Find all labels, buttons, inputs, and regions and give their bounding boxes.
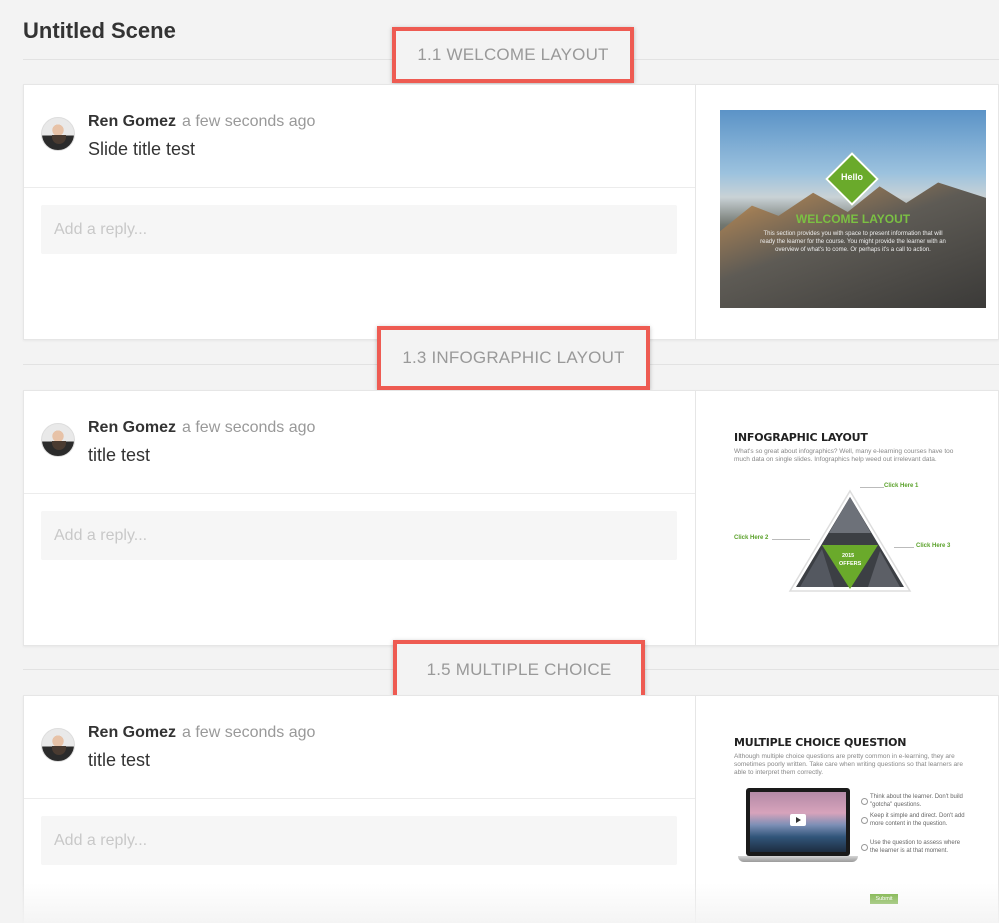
thumbnail-title: MULTIPLE CHOICE QUESTION xyxy=(734,736,907,749)
slide-thumbnail-panel: INFOGRAPHIC LAYOUT What's so great about… xyxy=(695,391,998,645)
connector-line xyxy=(860,487,884,488)
avatar xyxy=(41,728,75,762)
comment-card: Ren Gomez a few seconds ago title test IN… xyxy=(23,390,999,646)
comment: Ren Gomez a few seconds ago title test xyxy=(41,419,678,491)
avatar xyxy=(41,423,75,457)
comment-panel: Ren Gomez a few seconds ago title test xyxy=(24,391,695,645)
pyramid-svg xyxy=(788,489,912,592)
separator xyxy=(24,798,695,799)
choice-option-2[interactable]: Keep it simple and direct. Don't add mor… xyxy=(861,813,970,828)
comment-text: title test xyxy=(88,445,151,465)
laptop-base xyxy=(738,856,858,862)
connector-line xyxy=(772,539,810,540)
author-name[interactable]: Ren Gomez xyxy=(88,724,176,741)
pyramid-center-line2: OFFERS xyxy=(839,561,862,567)
laptop-image xyxy=(738,788,858,868)
thumbnail-description: This section provides you with space to … xyxy=(760,231,946,253)
comment: Ren Gomez a few seconds ago Slide title t… xyxy=(41,113,678,185)
slide-thumbnail[interactable]: INFOGRAPHIC LAYOUT What's so great about… xyxy=(734,431,974,631)
video-still xyxy=(750,792,846,852)
comment-card: Ren Gomez a few seconds ago title test MU… xyxy=(23,695,999,923)
comment: Ren Gomez a few seconds ago title test xyxy=(41,724,678,796)
pyramid-graphic: 2015 OFFERS xyxy=(788,489,912,593)
reply-input[interactable] xyxy=(41,205,677,254)
connector-line xyxy=(894,547,914,548)
pyramid-center-line1: 2015 xyxy=(842,553,855,559)
comment-text: Slide title test xyxy=(88,139,196,159)
hotspot-click-1[interactable]: Click Here 1 xyxy=(884,483,918,489)
reply-input[interactable] xyxy=(41,511,677,560)
author-name[interactable]: Ren Gomez xyxy=(88,419,176,436)
thumbnail-title: WELCOME LAYOUT xyxy=(795,212,911,226)
laptop-screen xyxy=(746,788,850,856)
slide-thumbnail[interactable]: MULTIPLE CHOICE QUESTION Although multip… xyxy=(734,736,974,923)
section-label-infographic[interactable]: 1.3 INFOGRAPHIC LAYOUT xyxy=(377,326,650,390)
badge-text: Hello xyxy=(840,172,863,182)
comment-time: a few seconds ago xyxy=(182,724,316,741)
comment-time: a few seconds ago xyxy=(182,419,316,436)
scene-title: Untitled Scene xyxy=(23,18,176,43)
submit-button[interactable]: Submit xyxy=(870,894,898,904)
comment-meta: Ren Gomez a few seconds ago xyxy=(88,724,315,742)
thumbnail-description: Although multiple choice questions are p… xyxy=(734,753,963,776)
reply-input[interactable] xyxy=(41,816,677,865)
thumbnail-title: INFOGRAPHIC LAYOUT xyxy=(734,431,868,444)
avatar xyxy=(41,117,75,151)
comment-panel: Ren Gomez a few seconds ago title test xyxy=(24,696,695,923)
section-label-multiple-choice[interactable]: 1.5 MULTIPLE CHOICE xyxy=(393,640,645,700)
comment-meta: Ren Gomez a few seconds ago xyxy=(88,113,315,131)
hotspot-click-2[interactable]: Click Here 2 xyxy=(734,535,768,541)
separator xyxy=(24,493,695,494)
comment-panel: Ren Gomez a few seconds ago Slide title t… xyxy=(24,85,695,339)
section-label-welcome[interactable]: 1.1 WELCOME LAYOUT xyxy=(392,27,634,83)
comment-time: a few seconds ago xyxy=(182,113,316,130)
author-name[interactable]: Ren Gomez xyxy=(88,113,176,130)
choice-option-3[interactable]: Use the question to assess where the lea… xyxy=(861,840,970,855)
comment-text: title test xyxy=(88,750,151,770)
slide-thumbnail[interactable]: Hello WELCOME LAYOUT This section provid… xyxy=(720,110,986,308)
thumbnail-description: What's so great about infographics? Well… xyxy=(734,448,954,463)
comment-card: Ren Gomez a few seconds ago Slide title t… xyxy=(23,84,999,340)
comment-meta: Ren Gomez a few seconds ago xyxy=(88,419,315,437)
play-icon[interactable] xyxy=(790,814,806,826)
slide-thumbnail-panel: MULTIPLE CHOICE QUESTION Although multip… xyxy=(695,696,998,923)
choice-option-1[interactable]: Think about the learner. Don't build "go… xyxy=(861,794,970,809)
separator xyxy=(24,187,695,188)
slide-thumbnail-panel: Hello WELCOME LAYOUT This section provid… xyxy=(695,85,998,339)
hotspot-click-3[interactable]: Click Here 3 xyxy=(916,543,950,549)
